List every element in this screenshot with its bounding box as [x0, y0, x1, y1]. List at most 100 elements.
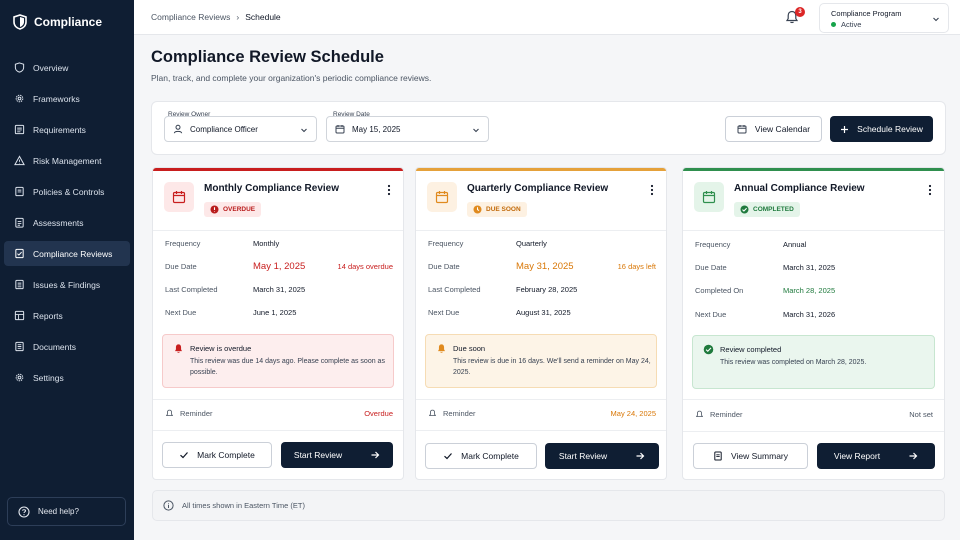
breadcrumb-current: Schedule: [245, 12, 281, 22]
detail-label: Next Due: [428, 308, 460, 317]
mark-complete-button[interactable]: Mark Complete: [162, 442, 272, 468]
divider: [416, 399, 666, 400]
view-calendar-button[interactable]: View Calendar: [725, 116, 822, 142]
more-options-icon[interactable]: [385, 184, 393, 196]
need-help-button[interactable]: Need help?: [7, 497, 126, 526]
chevron-down-icon: [933, 17, 939, 22]
detail-row: Frequency Annual: [695, 240, 933, 252]
sidebar-item-label: Compliance Reviews: [33, 248, 113, 259]
chevron-right-icon: ›: [236, 12, 240, 22]
mark-complete-label: Mark Complete: [197, 450, 255, 460]
page-title: Compliance Review Schedule: [151, 48, 384, 66]
program-selector[interactable]: Compliance Program Active: [819, 3, 949, 33]
alert-body: This review is due in 16 days. We'll sen…: [453, 358, 651, 376]
sidebar-item-assessments[interactable]: Assessments: [4, 210, 130, 235]
breadcrumb: Compliance Reviews › Schedule: [151, 12, 281, 22]
sidebar: Compliance Overview Frameworks Requireme…: [0, 0, 134, 540]
view-summary-button[interactable]: View Summary: [693, 443, 808, 469]
divider: [683, 431, 944, 432]
detail-row: Last Completed February 28, 2025: [428, 285, 656, 297]
sidebar-item-policies-controls[interactable]: Policies & Controls: [4, 179, 130, 204]
list-icon: [14, 124, 25, 135]
page-subtitle: Plan, track, and complete your organizat…: [151, 73, 432, 83]
detail-label: Due Date: [165, 262, 197, 271]
sidebar-nav: Overview Frameworks Requirements Risk Ma…: [4, 55, 130, 396]
sidebar-item-label: Settings: [33, 372, 64, 383]
review-card-annual: Annual Compliance Review COMPLETED Frequ…: [682, 167, 945, 480]
sidebar-item-risk-management[interactable]: Risk Management: [4, 148, 130, 173]
more-options-icon[interactable]: [926, 184, 934, 196]
exclamation-icon: [210, 205, 219, 214]
sidebar-item-reports[interactable]: Reports: [4, 303, 130, 328]
detail-label: Due Date: [428, 262, 460, 271]
brand[interactable]: Compliance: [13, 14, 102, 30]
breadcrumb-link[interactable]: Compliance Reviews: [151, 12, 230, 22]
warning-icon: [14, 155, 25, 166]
detail-label: Due Date: [695, 263, 727, 272]
check-circle-icon: [703, 344, 714, 355]
card-accent: [683, 168, 944, 171]
detail-row: Due Date May 1, 2025 14 days overdue: [165, 261, 393, 274]
app-name: Compliance: [34, 15, 103, 29]
detail-row: Next Due March 31, 2026: [695, 310, 933, 322]
gear-icon: [15, 94, 24, 103]
divider: [683, 230, 944, 231]
folder-icon: [15, 341, 24, 352]
review-owner-value: Compliance Officer: [190, 124, 258, 134]
status-badge: DUE SOON: [467, 202, 527, 217]
reports-icon: [14, 310, 25, 321]
schedule-review-label: Schedule Review: [857, 124, 923, 134]
sidebar-item-overview[interactable]: Overview: [4, 55, 130, 80]
program-title: Compliance Program: [831, 9, 902, 18]
detail-value: Quarterly: [516, 239, 547, 248]
start-review-button[interactable]: Start Review: [281, 442, 393, 468]
sidebar-item-frameworks[interactable]: Frameworks: [4, 86, 130, 111]
notification-badge: 3: [795, 7, 805, 17]
detail-row: Next Due August 31, 2025: [428, 308, 656, 320]
detail-value: February 28, 2025: [516, 285, 578, 294]
program-status-label: Active: [841, 20, 862, 29]
sidebar-item-label: Documents: [33, 341, 76, 352]
view-summary-label: View Summary: [731, 451, 788, 461]
mark-complete-button[interactable]: Mark Complete: [425, 443, 537, 469]
schedule-review-button[interactable]: Schedule Review: [830, 116, 933, 142]
filter-bar: Review Owner Compliance Officer Review D…: [151, 101, 946, 155]
reminder-label: Reminder: [443, 409, 476, 418]
chevron-down-icon: [301, 128, 307, 133]
days-left-note: 16 days left: [617, 262, 656, 271]
alert-title: Review is overdue: [190, 344, 252, 353]
sidebar-item-documents[interactable]: Documents: [4, 334, 130, 359]
divider: [416, 230, 666, 231]
clock-icon: [473, 205, 482, 214]
sidebar-item-label: Risk Management: [33, 155, 102, 166]
divider: [153, 399, 403, 400]
sidebar-item-label: Issues & Findings: [33, 279, 101, 290]
more-options-icon[interactable]: [648, 184, 656, 196]
detail-row: Completed On March 28, 2025: [695, 286, 933, 298]
view-report-button[interactable]: View Report: [817, 443, 935, 469]
divider: [683, 399, 944, 400]
sidebar-item-issues-findings[interactable]: Issues & Findings: [4, 272, 130, 297]
calendar-icon: [737, 125, 747, 134]
detail-row: Frequency Quarterly: [428, 239, 656, 251]
review-date-select[interactable]: May 15, 2025: [326, 116, 489, 142]
completed-on-value: March 28, 2025: [783, 286, 836, 295]
detail-row: Due Date March 31, 2025: [695, 263, 933, 275]
review-owner-select[interactable]: Compliance Officer: [164, 116, 317, 142]
arrow-right-icon: [636, 452, 645, 460]
sidebar-item-settings[interactable]: Settings: [4, 365, 130, 390]
arrow-right-icon: [909, 452, 918, 460]
sidebar-item-requirements[interactable]: Requirements: [4, 117, 130, 142]
detail-row: Due Date May 31, 2025 16 days left: [428, 261, 656, 274]
reminder-label: Reminder: [710, 410, 743, 419]
info-icon: [163, 500, 174, 511]
review-card-monthly: Monthly Compliance Review OVERDUE Freque…: [152, 167, 404, 480]
alert-body: This review was completed on March 28, 2…: [720, 359, 867, 366]
start-review-button[interactable]: Start Review: [545, 443, 659, 469]
detail-row: Last Completed March 31, 2025: [165, 285, 393, 297]
divider: [153, 430, 403, 431]
alert-box: Review completed This review was complet…: [692, 335, 935, 389]
shield-logo-icon: [13, 14, 27, 30]
card-accent: [153, 168, 403, 171]
sidebar-item-compliance-reviews[interactable]: Compliance Reviews: [4, 241, 130, 266]
